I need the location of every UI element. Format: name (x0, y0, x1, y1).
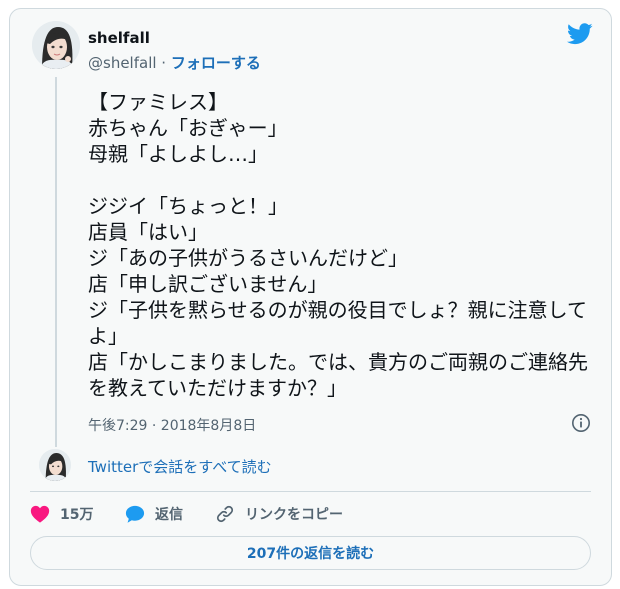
thread-line (55, 77, 57, 447)
like-button[interactable]: 15万 (30, 503, 93, 525)
avatar-illustration-small (39, 449, 71, 481)
author-display-name[interactable]: shelfall (88, 29, 150, 47)
read-replies-button[interactable]: 207件の返信を読む (30, 536, 591, 570)
reply-label: 返信 (155, 507, 183, 523)
read-replies-label: 207件の返信を読む (246, 546, 375, 562)
actions-divider (30, 491, 591, 492)
copy-link-button[interactable]: リンクをコピー (215, 503, 343, 525)
reply-button[interactable]: 返信 (125, 503, 183, 525)
tweet-card: shelfall @shelfall · フォローする 【ファミレス】 赤ちゃん… (9, 8, 612, 586)
author-avatar[interactable] (32, 21, 80, 69)
author-handle-row: @shelfall · フォローする (88, 52, 261, 73)
read-conversation-link[interactable]: Twitterで会話をすべて読む (88, 456, 272, 477)
chain-link-icon (216, 505, 234, 523)
handle-separator: · (156, 54, 171, 72)
author-handle[interactable]: @shelfall (88, 54, 157, 72)
copy-link-label: リンクをコピー (245, 507, 343, 523)
heart-icon (30, 505, 50, 523)
like-count: 15万 (60, 507, 94, 523)
follow-button[interactable]: フォローする (171, 54, 261, 72)
info-icon[interactable] (571, 413, 591, 433)
avatar-illustration (32, 21, 80, 69)
twitter-bird-icon[interactable] (567, 23, 593, 45)
speech-bubble-icon (125, 505, 145, 523)
tweet-timestamp[interactable]: 午後7:29 · 2018年8月8日 (88, 415, 256, 435)
tweet-text: 【ファミレス】 赤ちゃん「おぎゃー」 母親「よしよし…」 ジジイ「ちょっと！」 … (88, 90, 588, 400)
conversation-avatar (39, 449, 71, 481)
